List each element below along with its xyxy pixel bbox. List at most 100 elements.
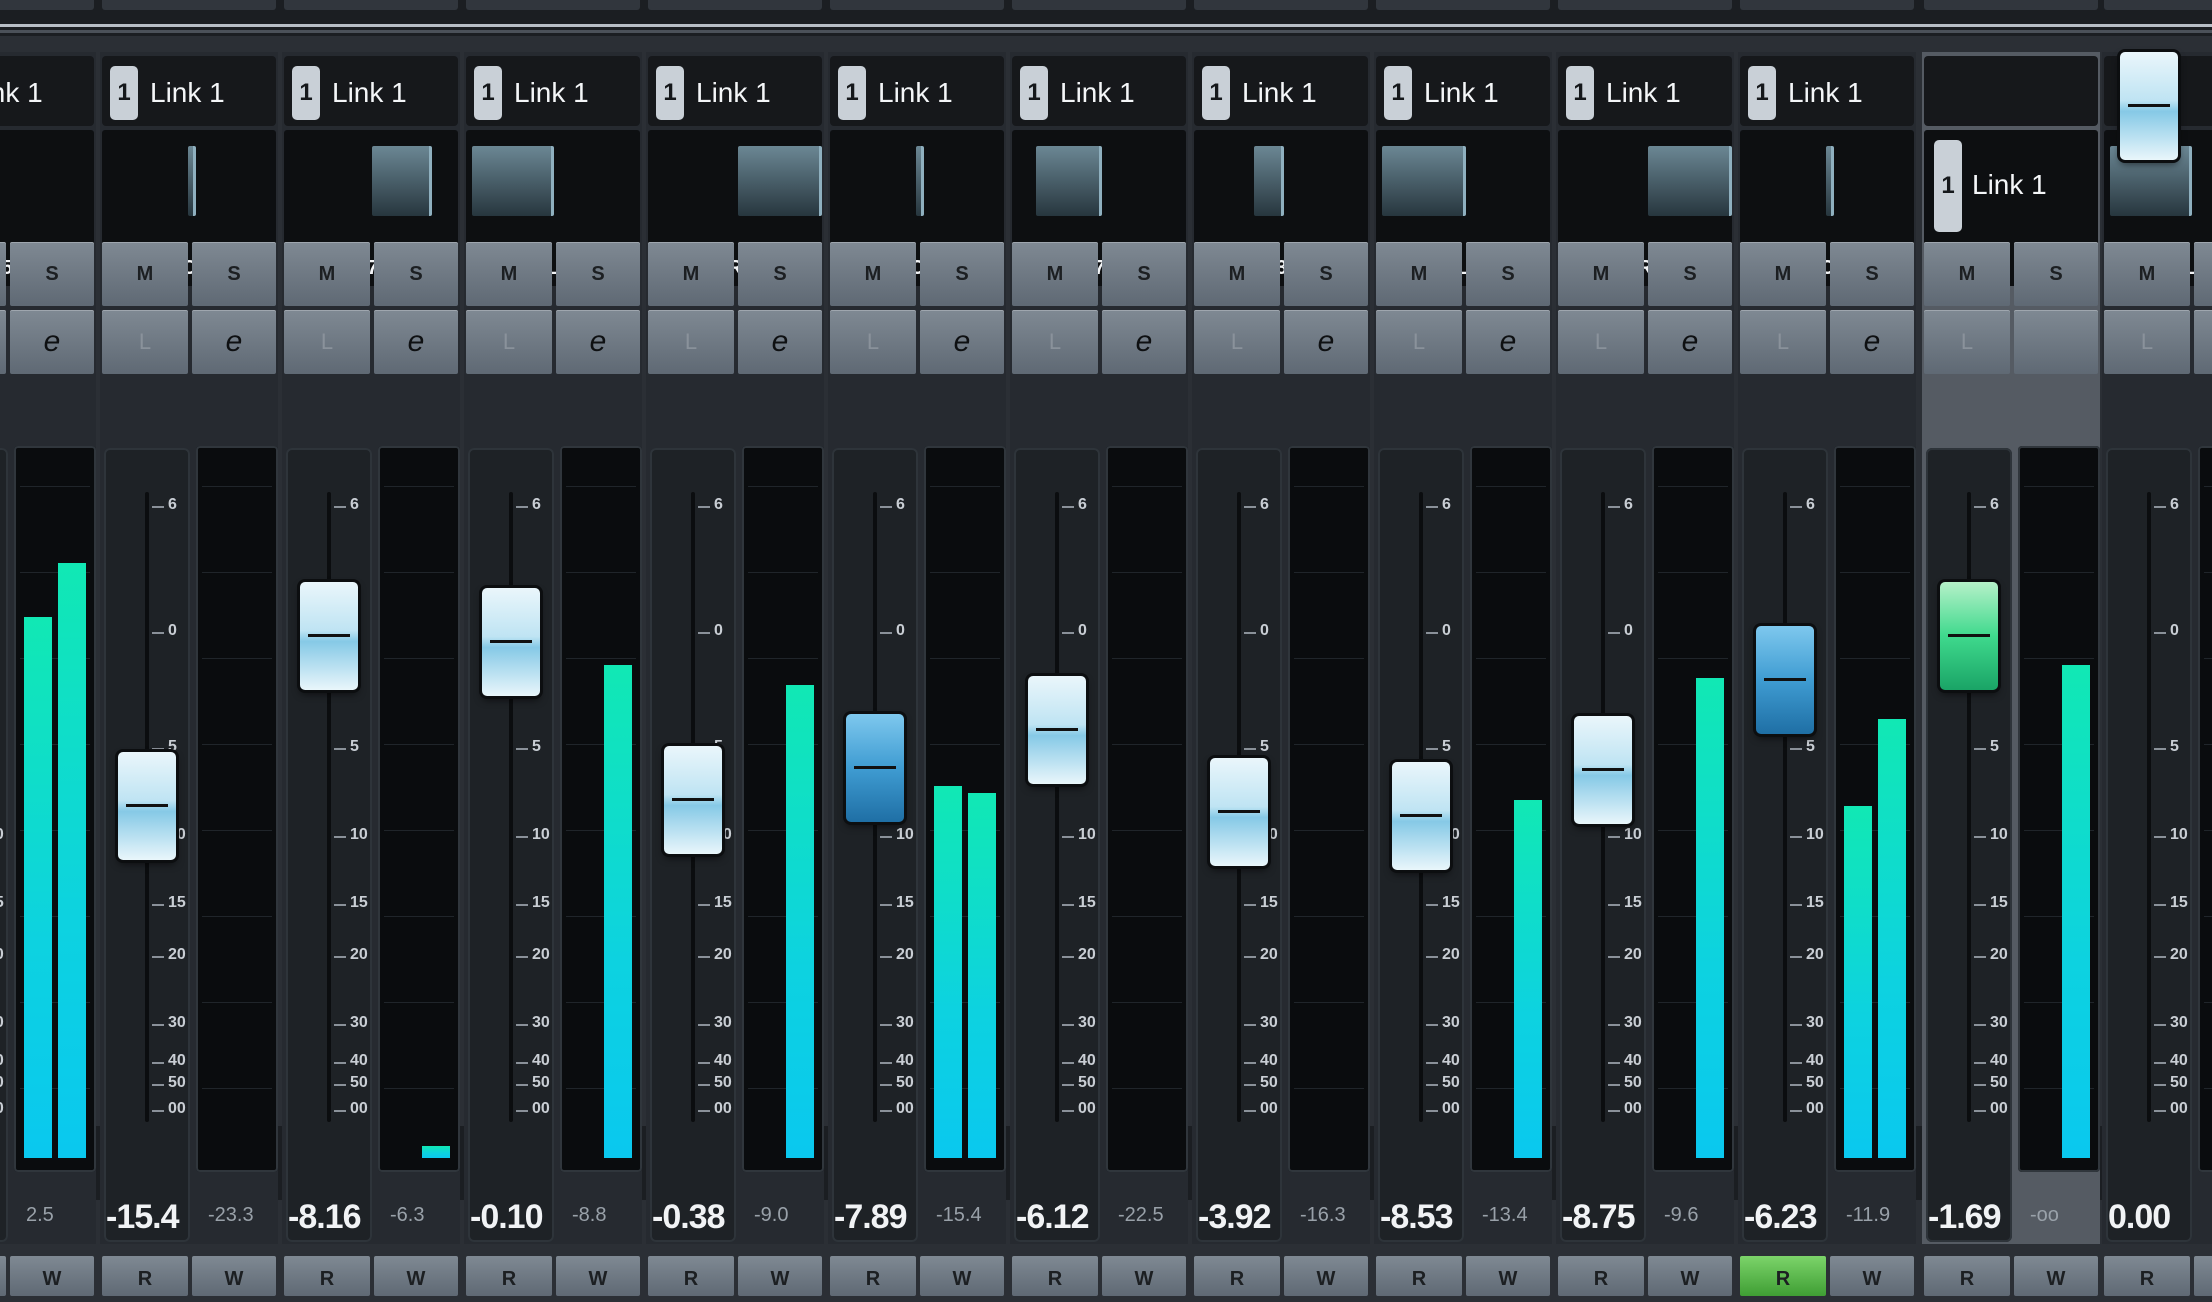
channel-strip[interactable]: 1Link 1R70MSLe60510152030405000-8.16-6.3…	[282, 52, 460, 1296]
edit-channel-button[interactable]: e	[192, 310, 276, 374]
link-group-slot[interactable]: 1Link 1	[1376, 56, 1550, 126]
mute-button[interactable]: M	[1924, 242, 2010, 306]
listen-button[interactable]: L	[830, 310, 916, 374]
listen-button[interactable]: L	[284, 310, 370, 374]
fader-value[interactable]: -15.4	[106, 1198, 179, 1237]
fader-value[interactable]: -8.75	[1562, 1198, 1635, 1237]
mute-button[interactable]: M	[1376, 242, 1462, 306]
read-automation-button[interactable]: R	[648, 1256, 734, 1296]
volume-fader[interactable]	[1392, 762, 1450, 870]
channel-strip[interactable]: 1Link 1RMSLe60510152030405000-8.75-9.6RW	[1556, 52, 1734, 1296]
link-group-slot[interactable]: 1Link 1	[466, 56, 640, 126]
fader-value[interactable]: -0.38	[652, 1198, 725, 1237]
solo-button[interactable]: S	[1284, 242, 1368, 306]
write-automation-button[interactable]: W	[2014, 1256, 2098, 1296]
write-automation-button[interactable]: W	[1830, 1256, 1914, 1296]
fader-value[interactable]: -8.53	[1380, 1198, 1453, 1237]
write-automation-button[interactable]: W	[556, 1256, 640, 1296]
write-automation-button[interactable]: W	[2194, 1256, 2212, 1296]
channel-strip[interactable]: 1 Link 1 L31 M S Le 6 0 5 10 15 20 30 40 50 00 -3.92 -16.…	[1192, 52, 1370, 1296]
read-automation-button[interactable]: R	[1924, 1256, 2010, 1296]
channel-strip[interactable]: 1Link 1CMSLe60510152030405000-6.23-11.9R…	[1738, 52, 1916, 1296]
mute-button[interactable]: M	[284, 242, 370, 306]
channel-strip[interactable]: 1Link 1LMSLe60510152030405000-0.10-8.8RW	[464, 52, 642, 1296]
read-automation-button[interactable]: R	[830, 1256, 916, 1296]
fader-value[interactable]: -1.69	[1928, 1198, 2001, 1237]
fader-value[interactable]: -8.16	[288, 1198, 361, 1237]
channel-strip[interactable]: 1Link 1CMSLe60510152030405000-7.89-15.4R…	[828, 52, 1006, 1296]
solo-button[interactable]: S	[1830, 242, 1914, 306]
read-automation-button[interactable]: R	[1012, 1256, 1098, 1296]
volume-fader[interactable]	[2120, 52, 2178, 160]
listen-button[interactable]: L	[0, 310, 6, 374]
channel-strip[interactable]: 1 Link 1 L M S Le 6 0 5 10 15 20 30 40 50 00 -8.53 -13.4 R…	[1374, 52, 1552, 1296]
mute-button[interactable]: M	[648, 242, 734, 306]
channel-strip[interactable]: 1 Link 1 C M S Le 6 0 5 10 15 20 30 40 50 00 -15.4 -23.3 R…	[100, 52, 278, 1296]
write-automation-button[interactable]: W	[192, 1256, 276, 1296]
mute-button[interactable]: M	[466, 242, 552, 306]
edit-channel-button[interactable]: e	[2194, 310, 2212, 374]
mute-button[interactable]: M	[1194, 242, 1280, 306]
volume-fader[interactable]	[1210, 758, 1268, 866]
edit-channel-button[interactable]: e	[1648, 310, 1732, 374]
volume-fader[interactable]	[664, 746, 722, 854]
solo-button[interactable]: S	[738, 242, 822, 306]
edit-channel-button[interactable]: e	[374, 310, 458, 374]
channel-strip[interactable]: 1Link 1MSL60510152030405000-1.69-ooRW	[1922, 52, 2100, 1296]
listen-button[interactable]: L	[466, 310, 552, 374]
fader-value[interactable]: -3.92	[1198, 1198, 1271, 1237]
mute-button[interactable]: M	[830, 242, 916, 306]
write-automation-button[interactable]: W	[374, 1256, 458, 1296]
solo-button[interactable]: S	[1466, 242, 1550, 306]
solo-button[interactable]: S	[2014, 242, 2098, 306]
listen-button[interactable]: L	[1924, 310, 2010, 374]
link-group-slot[interactable]: 1Link 1	[830, 56, 1004, 126]
solo-button[interactable]: S	[192, 242, 276, 306]
channel-strip[interactable]: LMSLe605101520304050000.00RW	[2102, 52, 2212, 1296]
write-automation-button[interactable]: W	[1284, 1256, 1368, 1296]
edit-channel-button[interactable]	[2014, 310, 2098, 374]
read-automation-button[interactable]: R	[0, 1256, 6, 1296]
write-automation-button[interactable]: W	[1102, 1256, 1186, 1296]
edit-channel-button[interactable]: e	[556, 310, 640, 374]
mute-button[interactable]: M	[0, 242, 6, 306]
link-group-slot[interactable]	[1924, 56, 2098, 126]
edit-channel-button[interactable]: e	[1284, 310, 1368, 374]
solo-button[interactable]: S	[920, 242, 1004, 306]
listen-button[interactable]: L	[1558, 310, 1644, 374]
mute-button[interactable]: M	[102, 242, 188, 306]
listen-button[interactable]: L	[1740, 310, 1826, 374]
mute-button[interactable]: M	[1012, 242, 1098, 306]
fader-value[interactable]: -6.23	[1744, 1198, 1817, 1237]
write-automation-button[interactable]: W	[738, 1256, 822, 1296]
write-automation-button[interactable]: W	[1466, 1256, 1550, 1296]
volume-fader[interactable]	[1574, 716, 1632, 824]
read-automation-button[interactable]: R	[102, 1256, 188, 1296]
volume-fader[interactable]	[1940, 582, 1998, 690]
solo-button[interactable]: S	[10, 242, 94, 306]
edit-channel-button[interactable]: e	[920, 310, 1004, 374]
edit-channel-button[interactable]: e	[1830, 310, 1914, 374]
link-group-slot[interactable]: 1Link 1	[1558, 56, 1732, 126]
volume-fader[interactable]	[482, 588, 540, 696]
read-automation-button[interactable]: R	[284, 1256, 370, 1296]
fader-value[interactable]: -0.10	[470, 1198, 543, 1237]
read-automation-button[interactable]: R	[1194, 1256, 1280, 1296]
link-group-slot[interactable]: 1Link 1	[102, 56, 276, 126]
link-group-slot[interactable]: 1Link 1	[0, 56, 94, 126]
volume-fader[interactable]	[300, 582, 358, 690]
channel-strip[interactable]: 1Link 1250MSLe605101520304050002.5RW	[0, 52, 96, 1296]
listen-button[interactable]: L	[1194, 310, 1280, 374]
solo-button[interactable]: S	[2194, 242, 2212, 306]
solo-button[interactable]: S	[1102, 242, 1186, 306]
fader-value[interactable]: -7.89	[834, 1198, 907, 1237]
edit-channel-button[interactable]: e	[1466, 310, 1550, 374]
listen-button[interactable]: L	[102, 310, 188, 374]
volume-fader[interactable]	[1028, 676, 1086, 784]
link-group-slot[interactable]: 1Link 1	[284, 56, 458, 126]
channel-strip[interactable]: 1Link 1L76MSLe60510152030405000-6.12-22.…	[1010, 52, 1188, 1296]
link-group-slot[interactable]: 1Link 1	[1194, 56, 1368, 126]
mute-button[interactable]: M	[1740, 242, 1826, 306]
link-group-slot[interactable]: 1Link 1	[1012, 56, 1186, 126]
read-automation-button[interactable]: R	[1376, 1256, 1462, 1296]
